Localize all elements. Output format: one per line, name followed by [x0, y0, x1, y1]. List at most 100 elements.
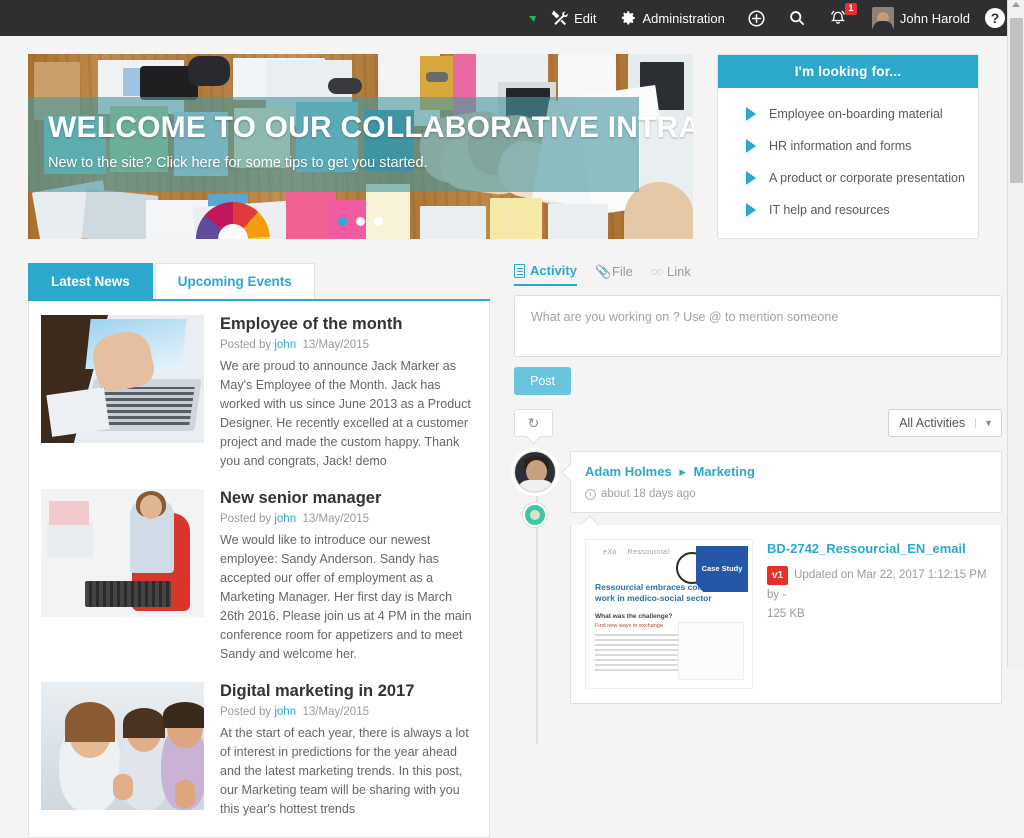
top-navigation-bar: Edit Administration 1 John Harold ? [0, 0, 1024, 36]
looking-for-item-3[interactable]: IT help and resources [718, 194, 978, 226]
hero-banner[interactable]: WELCOME TO OUR COLLABORATIVE INTRANET Ne… [28, 54, 693, 239]
post-timestamp: about 18 days ago [585, 488, 987, 500]
news-list: Employee of the month Posted by john 13/… [28, 301, 490, 838]
tab-activity-label: Activity [530, 263, 577, 278]
news-title[interactable]: New senior manager [220, 489, 477, 508]
post-author-name[interactable]: Adam Holmes [585, 464, 672, 479]
news-item[interactable]: Employee of the month Posted by john 13/… [41, 315, 477, 489]
attachment-size: 125 KB [767, 608, 805, 621]
composer-input[interactable]: What are you working on ? Use @ to menti… [514, 295, 1002, 357]
looking-for-item-label: A product or corporate presentation [769, 171, 965, 185]
activity-filter-dropdown[interactable]: All Activities ▼ [888, 409, 1002, 437]
news-date: 13/May/2015 [302, 706, 370, 718]
news-excerpt: We are proud to announce Jack Marker as … [220, 359, 471, 468]
preview-logo-sub: Ressourcial [627, 549, 670, 556]
page-scrollbar[interactable] [1007, 0, 1024, 667]
hero-carousel[interactable]: WELCOME TO OUR COLLABORATIVE INTRANET Ne… [28, 54, 693, 239]
looking-for-list: Employee on-boarding material HR informa… [718, 88, 978, 238]
add-button[interactable] [736, 0, 777, 36]
news-date: 13/May/2015 [302, 339, 370, 351]
user-menu[interactable]: John Harold [861, 0, 981, 36]
breadcrumb-separator: ▸ [679, 464, 686, 479]
space-avatar-icon[interactable] [523, 503, 547, 527]
play-triangle-icon [746, 171, 756, 185]
tab-link[interactable]: ◌◌ Link [651, 264, 691, 285]
notification-badge: 1 [844, 3, 857, 15]
question-mark-icon: ? [985, 8, 1005, 28]
chevron-down-icon: ▼ [975, 418, 1001, 428]
play-triangle-icon [746, 139, 756, 153]
stream-tabs: Activity 📎 File ◌◌ Link [514, 263, 1002, 286]
case-study-badge: Case Study [696, 546, 748, 592]
post-time-label: about 18 days ago [601, 488, 696, 500]
search-button[interactable] [777, 0, 817, 36]
news-item[interactable]: New senior manager Posted by john 13/May… [41, 489, 477, 682]
bell-icon: 1 [828, 3, 857, 28]
looking-for-header: I'm looking for... [718, 55, 978, 88]
carousel-dot-1[interactable] [338, 217, 347, 226]
post-attachment: eXo Ressourcial Case Study Ressourcial e… [570, 525, 1002, 704]
news-thumbnail[interactable] [41, 315, 204, 443]
carousel-dots [28, 217, 693, 226]
news-date: 13/May/2015 [302, 513, 370, 525]
news-excerpt: We would like to introduce our newest em… [220, 533, 472, 661]
hero-subtitle[interactable]: New to the site? Click here for some tip… [48, 155, 428, 171]
news-meta: Posted by john 13/May/2015 [220, 339, 477, 351]
news-item[interactable]: Digital marketing in 2017 Posted by john… [41, 682, 477, 837]
news-author-link[interactable]: john [274, 339, 296, 351]
news-author-link[interactable]: john [274, 706, 296, 718]
scroll-up-arrow-icon[interactable] [1012, 2, 1020, 7]
notifications-button[interactable]: 1 [817, 0, 861, 36]
play-triangle-icon [746, 107, 756, 121]
tab-latest-news[interactable]: Latest News [28, 263, 153, 299]
tab-activity[interactable]: Activity [514, 263, 577, 286]
looking-for-item-0[interactable]: Employee on-boarding material [718, 98, 978, 130]
carousel-dot-3[interactable] [374, 217, 383, 226]
looking-for-item-1[interactable]: HR information and forms [718, 130, 978, 162]
looking-for-item-2[interactable]: A product or corporate presentation [718, 162, 978, 194]
activity-filter-value: All Activities [899, 416, 966, 430]
plus-circle-icon [747, 9, 766, 28]
post-header-bubble: Adam Holmes ▸ Marketing about 18 days ag… [570, 451, 1002, 513]
preview-question: What was the challenge? [595, 612, 673, 620]
post-space-name[interactable]: Marketing [693, 464, 754, 479]
news-title[interactable]: Digital marketing in 2017 [220, 682, 477, 701]
activity-toolbar: ↻ All Activities ▼ [514, 409, 1002, 437]
news-thumbnail[interactable] [41, 489, 204, 617]
tab-upcoming-events[interactable]: Upcoming Events [154, 263, 315, 299]
attachment-updated-label: Updated on Mar 22, 2017 1:12:15 PM by - [767, 569, 987, 601]
activity-post: Adam Holmes ▸ Marketing about 18 days ag… [514, 451, 1002, 744]
wrench-screwdriver-icon [551, 10, 568, 27]
avatar [871, 7, 894, 29]
top-section: WELCOME TO OUR COLLABORATIVE INTRANET Ne… [0, 36, 1024, 239]
edit-label: Edit [574, 10, 597, 26]
administration-button[interactable]: Administration [608, 0, 736, 36]
carousel-dot-2[interactable] [356, 217, 365, 226]
administration-label: Administration [642, 10, 725, 26]
document-icon [514, 263, 525, 278]
tab-file[interactable]: 📎 File [595, 264, 633, 285]
edit-button[interactable]: Edit [540, 0, 607, 36]
version-badge: v1 [767, 566, 789, 585]
looking-for-item-label: HR information and forms [769, 139, 912, 153]
looking-for-item-label: IT help and resources [769, 203, 890, 217]
tab-link-label: Link [667, 264, 691, 279]
main-content: Latest News Upcoming Events Employee of … [0, 239, 1024, 838]
news-tabs: Latest News Upcoming Events [28, 263, 490, 301]
refresh-icon: ↻ [527, 415, 540, 431]
chat-button[interactable] [512, 0, 540, 36]
posted-by-label: Posted by [220, 339, 272, 351]
news-author-link[interactable]: john [274, 513, 296, 525]
scrollbar-thumb[interactable] [1010, 18, 1023, 183]
news-thumbnail[interactable] [41, 682, 204, 810]
looking-for-panel: I'm looking for... Employee on-boarding … [717, 54, 979, 239]
news-title[interactable]: Employee of the month [220, 315, 477, 334]
attachment-file-name[interactable]: BD-2742_Ressourcial_EN_email [767, 541, 987, 556]
post-author-avatar[interactable] [514, 451, 556, 493]
activity-stream-panel: Activity 📎 File ◌◌ Link What are you wor… [514, 263, 1002, 838]
post-button[interactable]: Post [514, 367, 572, 395]
preview-inset-box [678, 622, 744, 680]
refresh-button[interactable]: ↻ [514, 409, 553, 437]
news-excerpt: At the start of each year, there is alwa… [220, 726, 469, 816]
attachment-meta: v1 Updated on Mar 22, 2017 1:12:15 PM by … [767, 566, 987, 625]
